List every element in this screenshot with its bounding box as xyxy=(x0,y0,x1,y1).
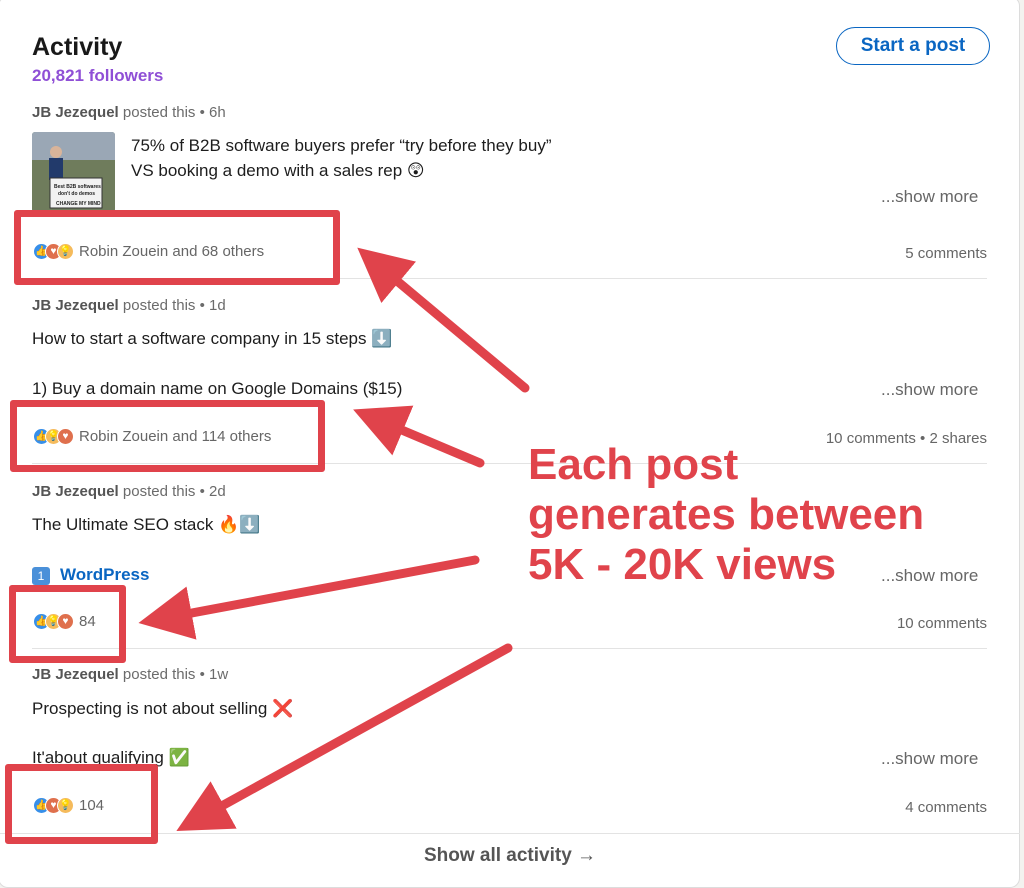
arrow-to-post-3 xyxy=(138,555,480,640)
arrow-to-post-4 xyxy=(176,643,513,832)
arrow-to-post-2 xyxy=(353,405,485,468)
annotation-text: Each post generates between 5K - 20K vie… xyxy=(528,440,925,589)
arrow-to-post-1 xyxy=(357,247,530,393)
